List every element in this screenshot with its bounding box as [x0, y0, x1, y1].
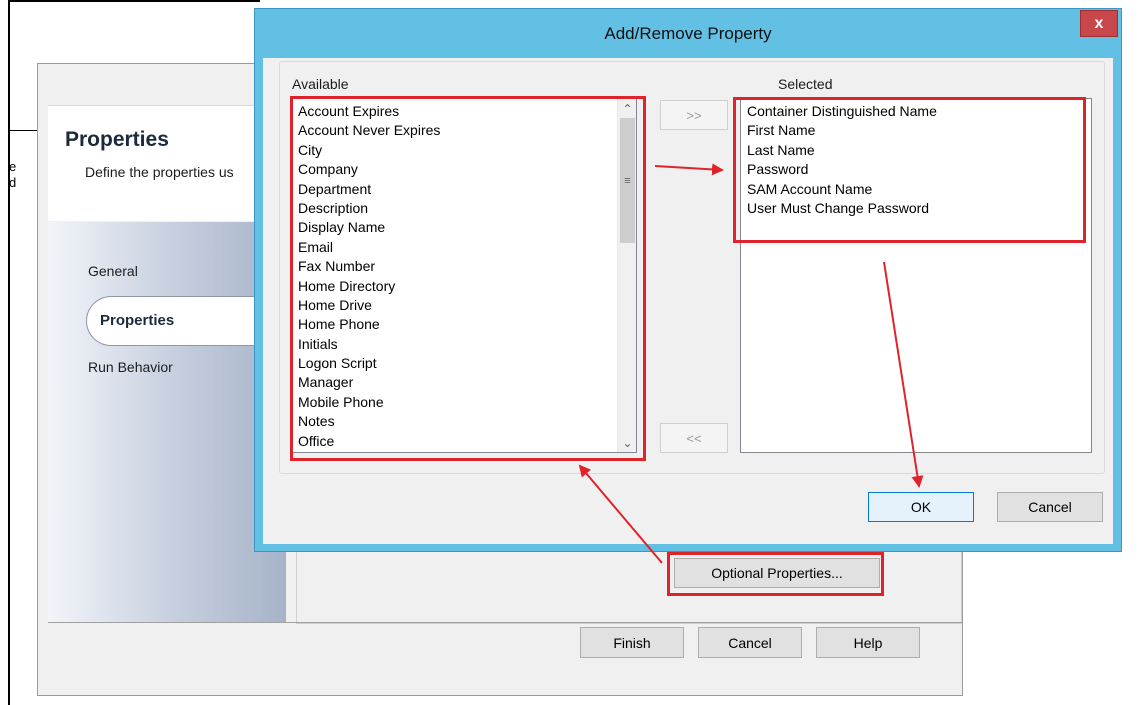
list-item[interactable]: User Must Change Password — [741, 199, 1091, 218]
dialog-body: Available Selected Account Expires Accoun… — [263, 58, 1113, 544]
background-divider — [10, 130, 38, 131]
list-item[interactable]: Mobile Phone — [292, 393, 636, 412]
list-item[interactable]: Display Name — [292, 218, 636, 237]
chevron-up-icon[interactable]: ⌃ — [619, 100, 636, 117]
cancel-button[interactable]: Cancel — [997, 492, 1103, 522]
nav-item-run-behavior[interactable]: Run Behavior — [88, 359, 173, 375]
nav-item-label: Properties — [100, 312, 175, 329]
footer-divider — [48, 622, 963, 623]
list-item[interactable]: First Name — [741, 121, 1091, 140]
available-list[interactable]: Account Expires Account Never Expires City… — [291, 98, 637, 453]
add-property-button[interactable]: >> — [660, 100, 728, 130]
ok-button[interactable]: OK — [868, 492, 974, 522]
available-label: Available — [292, 76, 349, 92]
property-group-box: Available Selected Account Expires Accoun… — [279, 61, 1105, 474]
list-item[interactable]: Manager — [292, 373, 636, 392]
list-item[interactable]: Password — [741, 160, 1091, 179]
close-button[interactable]: x — [1080, 10, 1118, 37]
list-item[interactable]: Account Never Expires — [292, 121, 636, 140]
list-item[interactable]: Company — [292, 160, 636, 179]
chevron-down-icon[interactable]: ⌄ — [619, 434, 636, 451]
list-item[interactable]: Office — [292, 432, 636, 451]
background-edge-text: d — [9, 175, 17, 190]
available-items-container: Account Expires Account Never Expires City… — [292, 99, 636, 451]
dialog-title: Add/Remove Property — [604, 24, 772, 43]
list-item[interactable]: Email — [292, 238, 636, 257]
list-item[interactable]: Notes — [292, 412, 636, 431]
list-item[interactable]: Initials — [292, 335, 636, 354]
nav-item-general[interactable]: General — [88, 263, 138, 279]
selected-label: Selected — [778, 76, 833, 92]
list-item[interactable]: Description — [292, 199, 636, 218]
remove-property-button[interactable]: << — [660, 423, 728, 453]
close-icon: x — [1094, 14, 1104, 32]
list-item[interactable]: Home Phone — [292, 315, 636, 334]
list-item[interactable]: Account Expires — [292, 102, 636, 121]
list-item[interactable]: Department — [292, 180, 636, 199]
optional-properties-button[interactable]: Optional Properties... — [674, 558, 880, 588]
list-item[interactable]: Logon Script — [292, 354, 636, 373]
image-border-left — [8, 0, 10, 705]
help-button[interactable]: Help — [816, 627, 920, 658]
list-item[interactable]: Home Drive — [292, 296, 636, 315]
scrollbar-thumb[interactable]: ≡ — [620, 118, 635, 243]
list-item[interactable]: City — [292, 141, 636, 160]
available-scrollbar[interactable]: ⌃ ≡ ⌄ — [617, 99, 636, 452]
wizard-cancel-button[interactable]: Cancel — [698, 627, 802, 658]
finish-button[interactable]: Finish — [580, 627, 684, 658]
list-item[interactable]: SAM Account Name — [741, 180, 1091, 199]
grip-icon: ≡ — [624, 174, 631, 187]
image-border-top — [8, 0, 260, 2]
list-item[interactable]: Last Name — [741, 141, 1091, 160]
list-item[interactable]: Home Directory — [292, 277, 636, 296]
wizard-sidebar — [48, 222, 286, 622]
background-edge-text: e — [9, 159, 17, 174]
list-item[interactable]: Container Distinguished Name — [741, 102, 1091, 121]
list-item[interactable]: Fax Number — [292, 257, 636, 276]
page-title: Properties — [65, 128, 169, 151]
add-remove-property-dialog: Add/Remove Property x Available Selected… — [254, 8, 1122, 552]
selected-items-container: Container Distinguished Name First Name La… — [741, 99, 1091, 218]
page-subtitle: Define the properties us — [85, 164, 234, 180]
selected-list[interactable]: Container Distinguished Name First Name La… — [740, 98, 1092, 453]
